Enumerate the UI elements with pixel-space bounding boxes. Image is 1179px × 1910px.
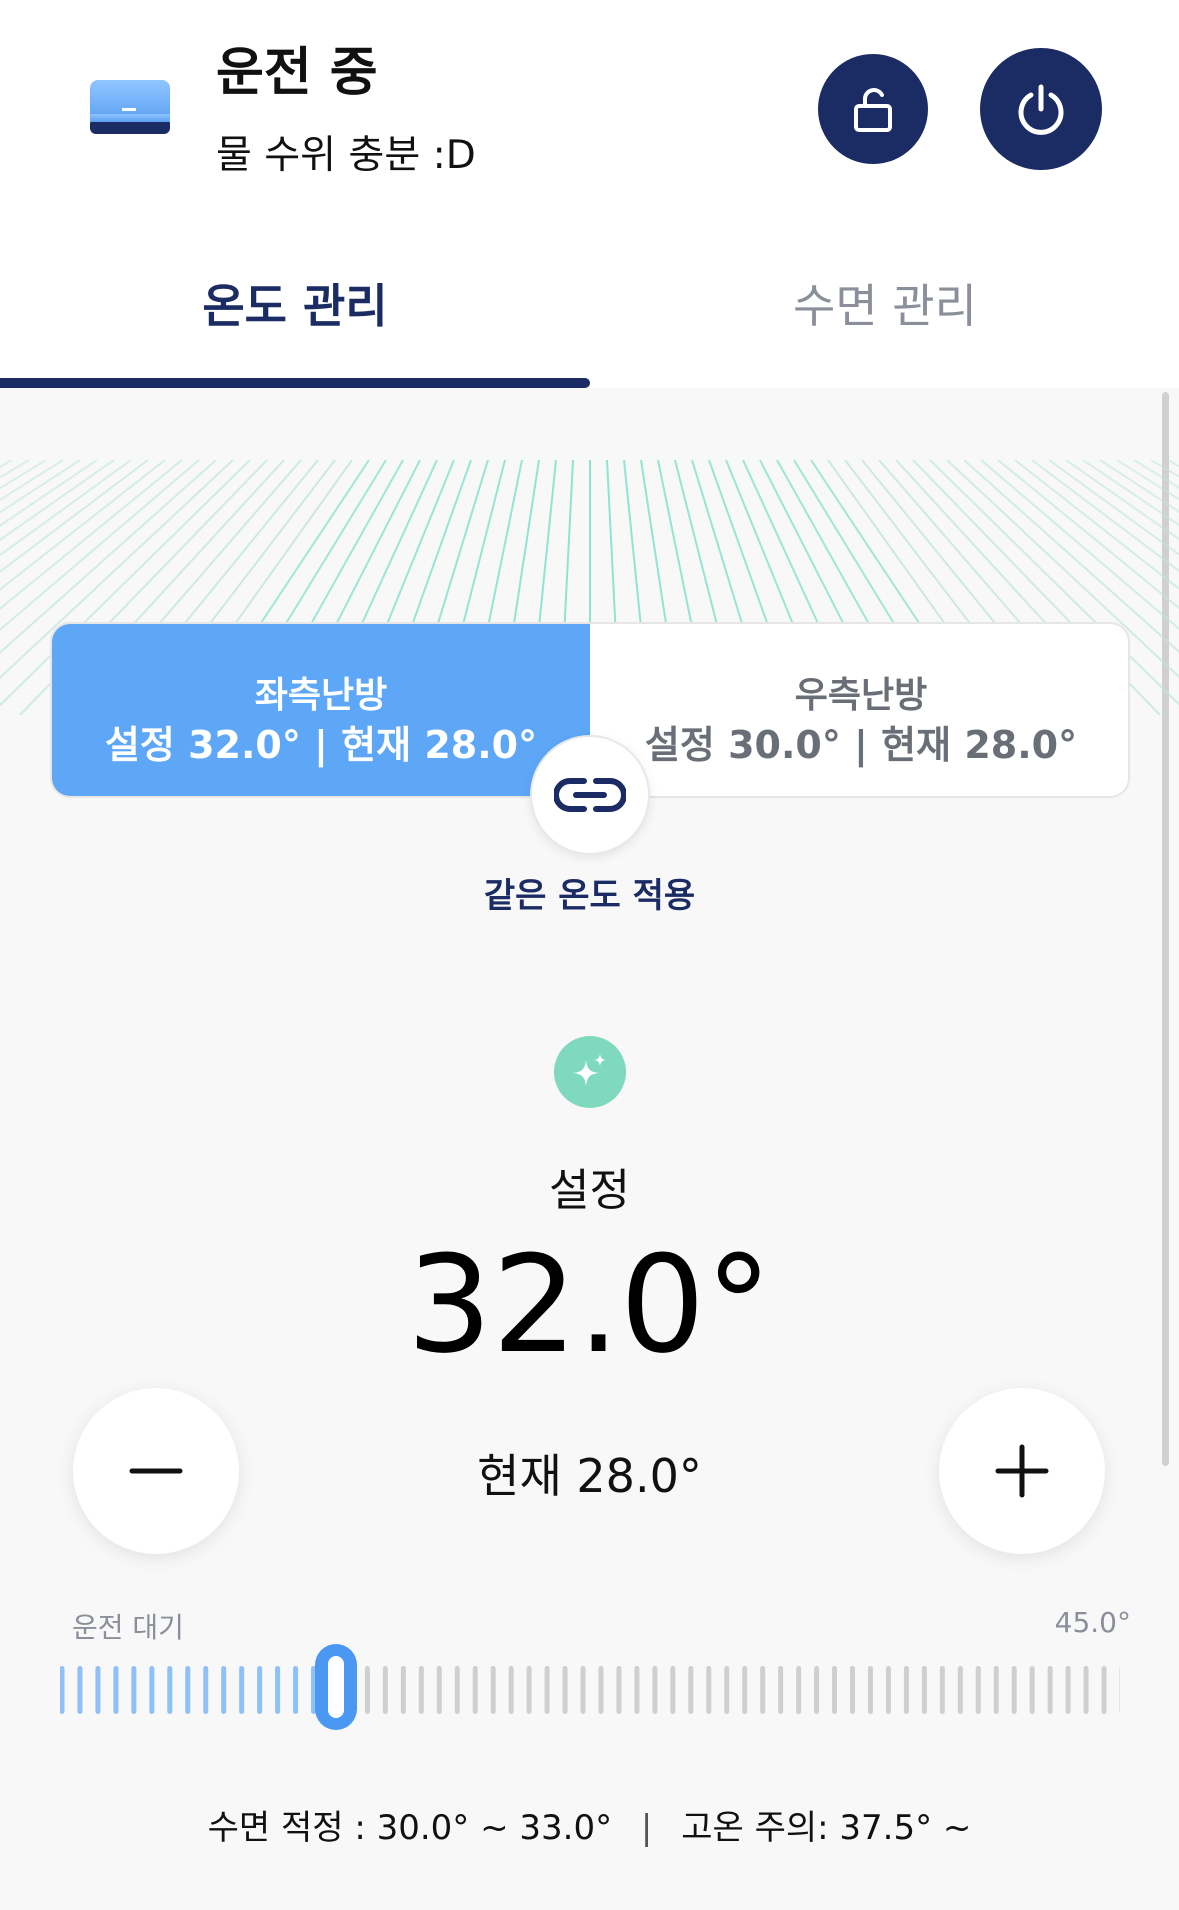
slider-tick — [921, 1666, 927, 1714]
slider-tick — [760, 1666, 766, 1714]
slider-tick — [95, 1666, 101, 1714]
set-temperature-value: 32.0° — [406, 1227, 773, 1383]
slider-tick — [364, 1666, 370, 1714]
slider-tick — [688, 1666, 694, 1714]
slider-tick — [993, 1666, 999, 1714]
slider-tick — [616, 1666, 622, 1714]
slider-tick — [60, 1666, 65, 1714]
app-screen: 운전 중 물 수위 충분 :D 온도 관리 수면 관리 좌측난방 설정 32.0… — [0, 0, 1179, 1910]
lock-button[interactable] — [818, 54, 928, 164]
slider-tick — [257, 1666, 263, 1714]
link-button[interactable] — [530, 735, 650, 855]
increase-button[interactable] — [939, 1388, 1105, 1554]
slider-tick — [400, 1666, 406, 1714]
slider-tick — [1119, 1667, 1120, 1713]
slider-tick — [939, 1666, 945, 1714]
unlock-icon — [854, 88, 892, 132]
left-heat-name: 좌측난방 — [254, 675, 388, 716]
tab-sleep[interactable]: 수면 관리 — [590, 270, 1179, 336]
sleep-range-text: 수면 적정 : 30.0° ~ 33.0° — [207, 1808, 613, 1848]
power-icon — [1018, 84, 1064, 135]
slider-tick — [418, 1666, 424, 1714]
high-temp-warning: 고온 주의: 37.5° ~ — [681, 1808, 972, 1848]
right-heat-name: 우측난방 — [794, 675, 928, 716]
slider-tick — [203, 1666, 209, 1714]
slider-tick — [580, 1666, 586, 1714]
slider-tick — [472, 1666, 478, 1714]
right-heat-button[interactable]: 우측난방 설정 30.0° | 현재 28.0° — [590, 624, 1128, 796]
sparkle-icon — [554, 1036, 626, 1108]
left-heat-button[interactable]: 좌측난방 설정 32.0° | 현재 28.0° — [52, 624, 590, 796]
link-icon — [554, 778, 626, 812]
slider-tick — [436, 1666, 442, 1714]
slider-tick — [382, 1666, 388, 1714]
slider-tick — [742, 1666, 748, 1714]
status-title: 운전 중 — [216, 43, 378, 103]
slider-tick — [850, 1666, 856, 1714]
slider-tick — [885, 1666, 891, 1714]
slider-tick — [113, 1666, 119, 1714]
active-tab-indicator — [0, 378, 590, 388]
slider-tick — [149, 1666, 155, 1714]
slider-tick — [526, 1666, 532, 1714]
slider-tick — [670, 1666, 676, 1714]
slider-tick — [454, 1666, 460, 1714]
slider-tick — [167, 1666, 173, 1714]
slider-tick — [490, 1666, 496, 1714]
slider-tick — [867, 1666, 873, 1714]
slider-tick — [1047, 1666, 1053, 1714]
slider-tick — [1101, 1666, 1107, 1714]
temperature-slider-thumb[interactable] — [314, 1644, 357, 1730]
slider-tick — [1011, 1666, 1017, 1714]
tab-temperature[interactable]: 온도 관리 — [0, 270, 590, 336]
slider-tick — [706, 1666, 712, 1714]
slider-tick — [903, 1666, 909, 1714]
slider-thumb-grip — [327, 1656, 344, 1718]
range-max-label: 45.0° — [1054, 1606, 1131, 1639]
slider-tick — [131, 1666, 137, 1714]
slider-tick — [814, 1666, 820, 1714]
slider-tick — [957, 1666, 963, 1714]
slider-tick — [975, 1666, 981, 1714]
slider-tick — [634, 1666, 640, 1714]
guide-separator: | — [640, 1808, 653, 1848]
slider-tick — [293, 1666, 299, 1714]
right-heat-values: 설정 30.0° | 현재 28.0° — [644, 723, 1078, 767]
slider-tick — [724, 1666, 730, 1714]
slider-tick — [832, 1666, 838, 1714]
slider-tick — [77, 1666, 83, 1714]
slider-tick — [1083, 1666, 1089, 1714]
slider-tick — [508, 1666, 514, 1714]
slider-tick — [221, 1666, 227, 1714]
slider-tick — [652, 1666, 658, 1714]
temperature-guide: 수면 적정 : 30.0° ~ 33.0° | 고온 주의: 37.5° ~ — [0, 1800, 1179, 1849]
slider-tick — [796, 1666, 802, 1714]
power-button[interactable] — [980, 48, 1102, 170]
slider-tick — [598, 1666, 604, 1714]
range-min-label: 운전 대기 — [72, 1611, 184, 1644]
left-heat-values: 설정 32.0° | 현재 28.0° — [104, 723, 538, 767]
mattress-device-icon — [88, 78, 172, 140]
slider-tick — [778, 1666, 784, 1714]
temperature-slider-track[interactable] — [60, 1660, 1120, 1720]
slider-tick — [1065, 1666, 1071, 1714]
slider-tick — [275, 1666, 281, 1714]
plus-icon — [995, 1444, 1049, 1498]
slider-tick — [185, 1666, 191, 1714]
set-label: 설정 — [549, 1165, 630, 1216]
water-level-status: 물 수위 충분 :D — [216, 133, 476, 178]
same-temp-label[interactable]: 같은 온도 적용 — [0, 868, 1179, 917]
slider-tick — [1029, 1666, 1035, 1714]
slider-tick — [544, 1666, 550, 1714]
header: 운전 중 물 수위 충분 :D — [0, 0, 1179, 220]
tab-bar: 온도 관리 수면 관리 — [0, 220, 1179, 388]
slider-tick — [239, 1666, 245, 1714]
slider-tick — [562, 1666, 568, 1714]
